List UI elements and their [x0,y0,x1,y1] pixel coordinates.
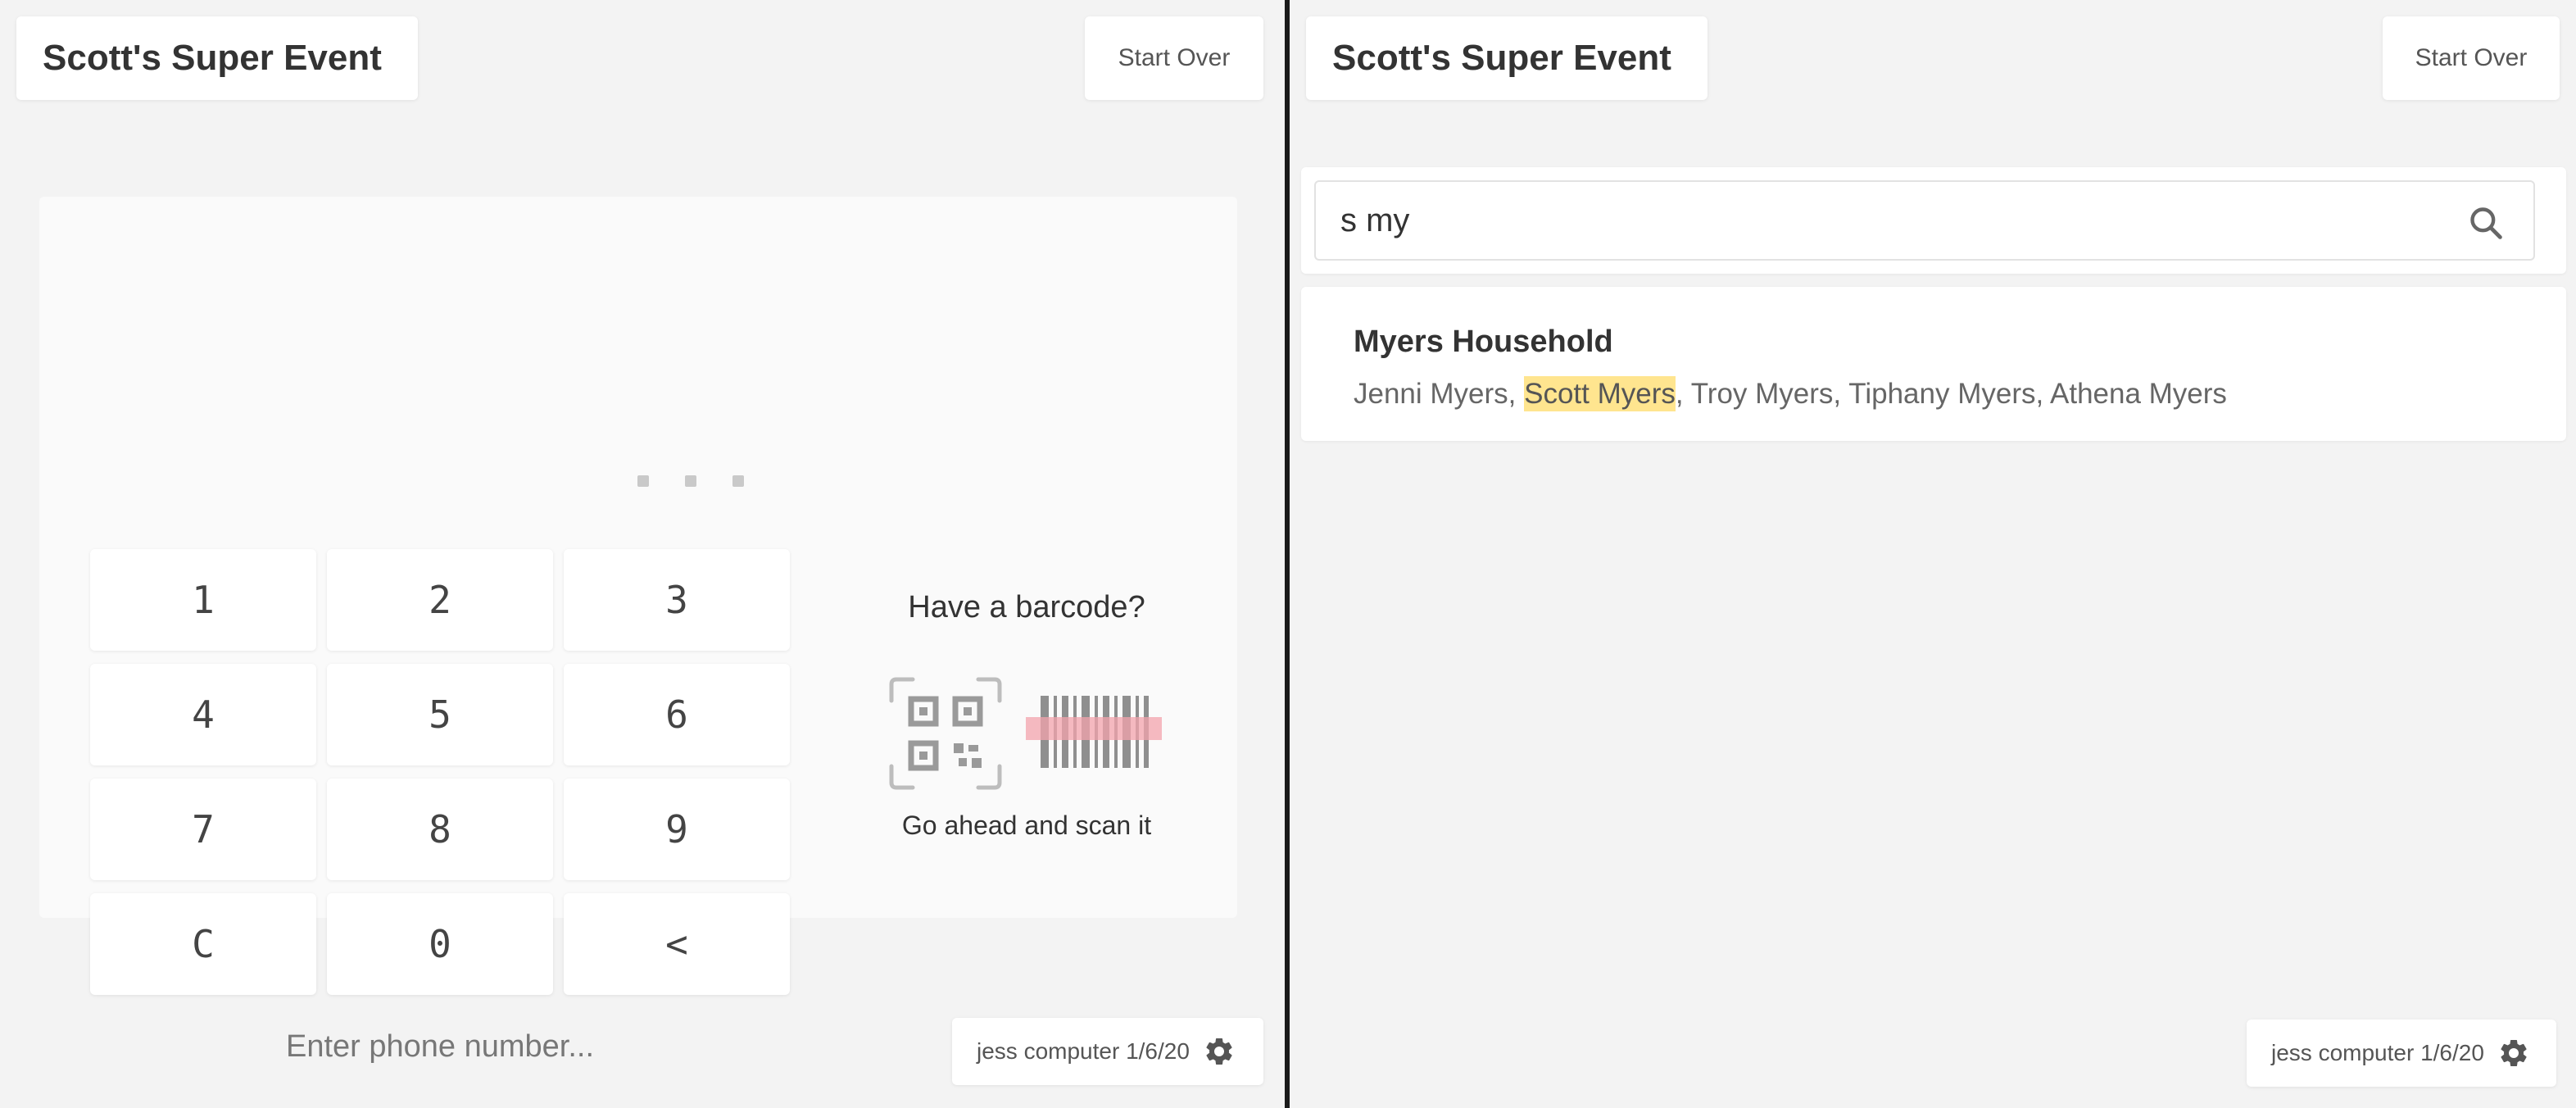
member-name: Athena Myers [2050,378,2227,410]
keypad-key-3[interactable]: 3 [564,549,790,651]
checkin-pane-left: Scott's Super Event Start Over 1 2 3 4 5… [0,0,1285,1108]
start-over-button[interactable]: Start Over [1085,16,1263,100]
loading-dots [637,475,744,492]
keypad-key-8[interactable]: 8 [327,779,553,880]
search-panel [1301,167,2566,274]
checkin-kiosk: 1 2 3 4 5 6 7 8 9 C 0 < Enter phone numb… [39,197,1237,1064]
event-title: Scott's Super Event [1306,16,1708,100]
keypad-key-5[interactable]: 5 [327,664,553,765]
station-badge[interactable]: jess computer 1/6/20 [952,1018,1263,1085]
household-name: Myers Household [1354,325,1613,359]
household-result[interactable]: Myers Household Jenni Myers, Scott Myers… [1314,300,2535,431]
event-title: Scott's Super Event [16,16,418,100]
scan-illustration [859,676,1195,799]
keypad-key-clear[interactable]: C [90,893,316,995]
checkin-pane-right: Scott's Super Event Start Over Myers Hou… [1290,0,2576,1108]
member-name: Jenni Myers [1354,378,1508,410]
phone-number-display: Enter phone number... [285,1029,595,1064]
barcode-prompt: Have a barcode? Go ahead and scan it [859,590,1195,841]
keypad-key-0[interactable]: 0 [327,893,553,995]
keypad-key-2[interactable]: 2 [327,549,553,651]
barcode-subtext: Go ahead and scan it [901,811,1152,840]
member-name: Troy Myers [1690,378,1834,410]
station-label: jess computer 1/6/20 [977,1038,1190,1064]
keypad-key-4[interactable]: 4 [90,664,316,765]
gear-icon[interactable] [2497,1037,2530,1069]
search-box[interactable] [1314,180,2535,261]
barcode-heading: Have a barcode? [908,590,1145,624]
search-icon[interactable] [2468,205,2504,241]
keypad-key-1[interactable]: 1 [90,549,316,651]
keypad-key-backspace[interactable]: < [564,893,790,995]
station-label: jess computer 1/6/20 [2271,1040,2484,1065]
search-input[interactable] [1340,202,2406,239]
start-over-button[interactable]: Start Over [2383,16,2560,100]
qr-code-icon [889,677,1002,790]
keypad: 1 2 3 4 5 6 7 8 9 C 0 < [90,549,790,995]
member-name: Tiphany Myers [1848,378,2036,410]
keypad-key-9[interactable]: 9 [564,779,790,880]
barcode-icon [1026,696,1162,768]
gear-icon[interactable] [1203,1035,1236,1068]
household-members: Jenni Myers, Scott Myers, Troy Myers, Ti… [1354,376,2227,411]
keypad-key-6[interactable]: 6 [564,664,790,765]
station-badge[interactable]: jess computer 1/6/20 [2247,1019,2556,1087]
search-results: Myers Household Jenni Myers, Scott Myers… [1301,287,2566,441]
keypad-key-7[interactable]: 7 [90,779,316,880]
member-name-highlighted: Scott Myers [1524,376,1676,411]
